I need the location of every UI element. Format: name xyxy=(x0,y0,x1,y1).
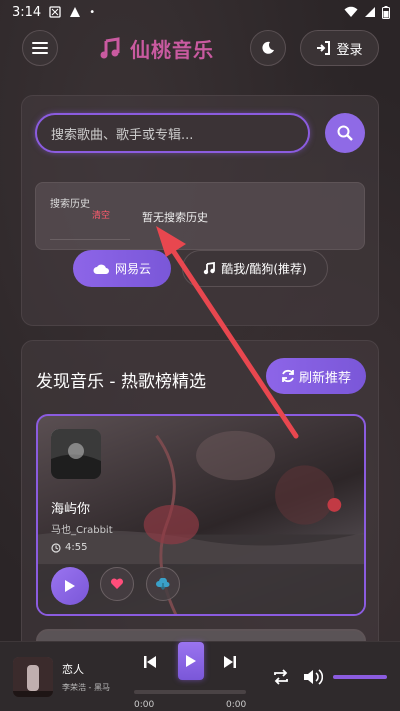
progress-bar[interactable] xyxy=(134,690,246,694)
song-artist: 马也_Crabbit xyxy=(51,525,113,536)
song-title: 海屿你 xyxy=(51,502,91,517)
play-icon xyxy=(65,580,75,592)
prev-icon[interactable] xyxy=(142,654,158,670)
refresh-button[interactable]: 刷新推荐 xyxy=(266,358,366,394)
login-button[interactable]: 登录 xyxy=(300,30,379,66)
search-placeholder: 搜索歌曲、歌手或专辑... xyxy=(51,127,194,143)
volume-slider[interactable] xyxy=(333,675,387,679)
music-note-icon xyxy=(204,262,216,275)
song-like-button[interactable] xyxy=(100,567,134,601)
search-input[interactable]: 搜索歌曲、歌手或专辑... xyxy=(35,113,310,153)
history-empty-text: 暂无搜索历史 xyxy=(142,211,208,224)
refresh-icon xyxy=(282,369,294,383)
search-history-dropdown: 搜索历史 清空 暂无搜索历史 xyxy=(35,182,365,250)
player-play-button[interactable] xyxy=(178,642,204,680)
menu-icon xyxy=(32,42,48,54)
theme-toggle-button[interactable] xyxy=(250,30,286,66)
song-play-button[interactable] xyxy=(51,567,89,605)
signal-icon xyxy=(365,7,375,17)
brand: 仙桃音乐 xyxy=(98,34,214,63)
search-panel: 搜索歌曲、歌手或专辑... 搜索历史 清空 暂无搜索历史 网易云 酷我/酷狗(推… xyxy=(21,95,379,326)
time-total: 0:00 xyxy=(226,700,247,710)
song-card[interactable]: 海屿你 马也_Crabbit 4:55 xyxy=(36,414,366,616)
music-note-icon xyxy=(100,36,120,58)
song-cover-image xyxy=(51,429,101,479)
search-icon xyxy=(337,125,353,141)
source-tab-netease[interactable]: 网易云 xyxy=(73,250,171,287)
app-header: 仙桃音乐 登录 xyxy=(0,30,400,68)
cloud-icon xyxy=(93,264,109,274)
download-icon xyxy=(156,577,170,590)
play-icon xyxy=(186,655,196,667)
wifi-icon xyxy=(344,6,358,17)
sign-in-icon xyxy=(317,41,331,55)
repeat-icon[interactable] xyxy=(272,668,290,686)
battery-icon xyxy=(382,5,390,19)
moon-icon xyxy=(262,41,274,54)
next-icon[interactable] xyxy=(222,654,238,670)
source-label-kuwo: 酷我/酷狗(推荐) xyxy=(221,262,307,276)
history-divider xyxy=(50,239,130,240)
source-label-netease: 网易云 xyxy=(114,262,151,276)
status-dot: • xyxy=(89,6,96,18)
history-clear-button[interactable]: 清空 xyxy=(92,208,110,221)
discover-title: 发现音乐 - 热歌榜精选 xyxy=(36,372,206,392)
player-bar: 恋人 李荣浩 - 黑马 0:00 0:00 xyxy=(0,641,400,711)
source-tab-kuwo[interactable]: 酷我/酷狗(推荐) xyxy=(182,250,328,287)
alert-icon xyxy=(70,7,81,17)
volume-fill xyxy=(333,675,387,679)
menu-button[interactable] xyxy=(22,30,58,66)
clock-icon xyxy=(51,542,61,553)
player-song-artist: 李荣浩 - 黑马 xyxy=(62,683,110,692)
status-bar: 3:14 • xyxy=(0,0,400,24)
refresh-label: 刷新推荐 xyxy=(298,370,351,386)
player-cover-image[interactable] xyxy=(13,657,53,697)
brand-title: 仙桃音乐 xyxy=(130,38,214,62)
discover-panel: 发现音乐 - 热歌榜精选 刷新推荐 海屿你 马也_Crabbit 4:55 xyxy=(21,340,379,660)
login-label: 登录 xyxy=(336,42,363,58)
song-duration: 4:55 xyxy=(51,542,87,553)
player-song-title: 恋人 xyxy=(62,663,84,676)
search-button[interactable] xyxy=(325,113,365,153)
status-time: 3:14 xyxy=(12,4,42,20)
song-download-button[interactable] xyxy=(146,567,180,601)
song-duration-text: 4:55 xyxy=(65,542,88,553)
history-title: 搜索历史 xyxy=(50,199,90,210)
volume-icon[interactable] xyxy=(303,668,323,686)
time-current: 0:00 xyxy=(134,700,155,710)
heart-icon xyxy=(110,578,124,589)
notification-icon xyxy=(49,6,61,18)
